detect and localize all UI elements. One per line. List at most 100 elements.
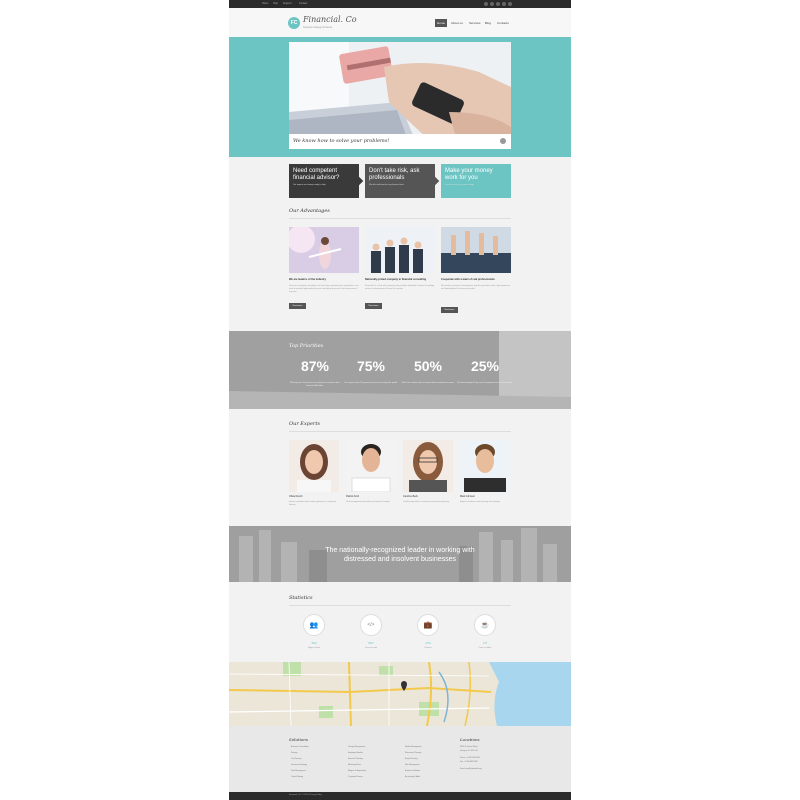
footer-link[interactable]: Wealth Management: [405, 746, 422, 748]
advantage-image: [441, 227, 511, 273]
settings-icon[interactable]: [500, 138, 506, 144]
topbar-link[interactable]: Contact: [299, 2, 307, 5]
advantage-heading: Cooperate with a team of real profession…: [441, 278, 495, 281]
footer-link[interactable]: Savings: [291, 752, 297, 754]
priority-value: 25%: [470, 358, 500, 374]
stat-label: Happy clients: [307, 647, 320, 649]
section-title-priorities: Top Priorities: [289, 343, 324, 349]
footer-link[interactable]: Retirement Planning: [405, 752, 421, 754]
expert-name: Mark Johnson: [460, 495, 476, 498]
read-more-button[interactable]: Read more: [289, 303, 306, 309]
footer-link[interactable]: Business Consultation: [291, 746, 309, 748]
stat-label: Lines of code: [365, 647, 377, 649]
expert-text: Certified specialist in investment and a…: [403, 501, 450, 503]
page: Home Help Support Contact FC Financial. …: [229, 0, 571, 800]
nav-services[interactable]: Services: [467, 19, 483, 27]
expert-text: Senior consultant with a wide experience…: [289, 501, 337, 506]
topbar-link[interactable]: Help: [273, 2, 278, 5]
footer-address: Glasgow, DC 45 Fr 45.: [460, 750, 479, 752]
nav-blog[interactable]: Blog: [483, 19, 493, 27]
read-more-button[interactable]: Read more: [365, 303, 382, 309]
footer-link[interactable]: Change Management: [348, 746, 365, 748]
footer-email[interactable]: E-mail: mail@demolink.org: [460, 768, 482, 770]
footer: [229, 726, 571, 792]
rss-icon[interactable]: [508, 2, 512, 6]
topbar-link[interactable]: Support: [283, 2, 291, 5]
footer-link[interactable]: Marketing Plans: [348, 764, 361, 766]
read-more-button[interactable]: Read more: [441, 307, 458, 313]
coffee-icon: ☕: [474, 614, 496, 636]
expert-photo: [289, 440, 339, 492]
topbar-link[interactable]: Home: [262, 2, 268, 5]
briefcase-icon: 💼: [417, 614, 439, 636]
priority-text: Our experts have 75 percent of success i…: [344, 382, 398, 384]
linkedin-icon[interactable]: [502, 2, 506, 6]
expert-photo: [403, 440, 453, 492]
promo-title: Don't take risk, ask professionals: [369, 168, 420, 181]
priority-value: 87%: [300, 358, 330, 374]
promo-title: Need competent financial advisor?: [293, 168, 340, 181]
twitter-icon[interactable]: [490, 2, 494, 6]
priority-text: We have brought 25 percent of companies …: [457, 382, 513, 384]
google-icon[interactable]: [496, 2, 500, 6]
expert-text: Expert in business restructuring and str…: [460, 501, 500, 503]
footer-link[interactable]: Capital Raising: [291, 776, 303, 778]
stat-value: 1540: [311, 642, 317, 645]
brand-name[interactable]: Financial. Co: [303, 15, 357, 24]
footer-link[interactable]: Tax Planning: [291, 758, 301, 760]
leader-text: The nationally-recognized leader in work…: [229, 547, 571, 564]
advantage-image: [289, 227, 359, 273]
promo-box[interactable]: Don't take risk, ask professionals We of…: [365, 164, 440, 198]
footer-link[interactable]: Business Valuation: [405, 770, 420, 772]
promo-box[interactable]: Make your money work for you Learn how t…: [441, 164, 511, 198]
nav-home[interactable]: Home: [435, 19, 448, 27]
stat-label: Projects: [424, 647, 432, 649]
priority-value: 50%: [413, 358, 443, 374]
advantage-heading: Nationally-prized company in financial c…: [365, 278, 427, 281]
priority-text: We help over 87 percent of our clients t…: [290, 382, 340, 387]
advantage-text: We involve in business development only …: [441, 285, 511, 290]
stat-value: 9697: [368, 642, 374, 645]
footer-link[interactable]: Financial Planning: [348, 758, 363, 760]
footer-link[interactable]: Mergers & Acquisitions: [348, 770, 366, 772]
advantage-text: Since our company's foundation we have b…: [289, 285, 359, 293]
footer-link[interactable]: Corporate Finance: [348, 776, 363, 778]
expert-name: Patrick Ford: [346, 495, 359, 498]
expert-name: Caroline Beck: [403, 495, 418, 498]
advantage-image: [365, 227, 435, 273]
nav-about[interactable]: About us: [449, 19, 465, 27]
footer-phone: Phone: +1 800 603 6035: [460, 757, 480, 759]
map[interactable]: [229, 662, 571, 726]
hero-image: [289, 42, 511, 149]
priority-text: Half of our clients have increased their…: [401, 382, 455, 384]
footer-link[interactable]: Accounting & Audit: [405, 776, 420, 778]
stat-value: 2719: [425, 642, 431, 645]
footer-solutions-title: Solutions: [289, 737, 308, 742]
promo-title: Make your money work for you: [445, 168, 493, 181]
expert-photo: [346, 440, 396, 492]
promo-subtitle: We offer solutions for any financial tas…: [369, 184, 404, 187]
logo-icon[interactable]: FC: [288, 17, 300, 29]
footer-link[interactable]: Employee Benefits: [348, 752, 363, 754]
divider: [289, 605, 511, 606]
expert-name: Olivia Dunch: [289, 495, 303, 498]
footer-link[interactable]: Investment Strategy: [291, 764, 307, 766]
code-icon: </>: [360, 614, 382, 636]
promo-box[interactable]: Need competent financial advisor? Our ex…: [289, 164, 364, 198]
tagline: business strategy & finance: [303, 26, 333, 29]
bottom-bar: [229, 792, 571, 800]
facebook-icon[interactable]: [484, 2, 488, 6]
footer-address: 9870 St Vincent Place,: [460, 746, 479, 748]
promo-subtitle: Learn how to invest your savings: [445, 184, 475, 187]
priority-value: 75%: [356, 358, 386, 374]
users-icon: 👥: [303, 614, 325, 636]
leader-line: The nationally-recognized leader in work…: [325, 547, 475, 554]
divider: [289, 431, 511, 432]
footer-link[interactable]: Debt Management: [291, 770, 306, 772]
divider: [289, 218, 511, 219]
nav-contacts[interactable]: Contacts: [495, 19, 511, 27]
expert-text: Risk management specialist and financial…: [346, 501, 391, 503]
footer-link[interactable]: Risk Management: [405, 764, 419, 766]
footer-link[interactable]: Estate Planning: [405, 758, 418, 760]
section-title-statistics: Statistics: [289, 595, 313, 601]
